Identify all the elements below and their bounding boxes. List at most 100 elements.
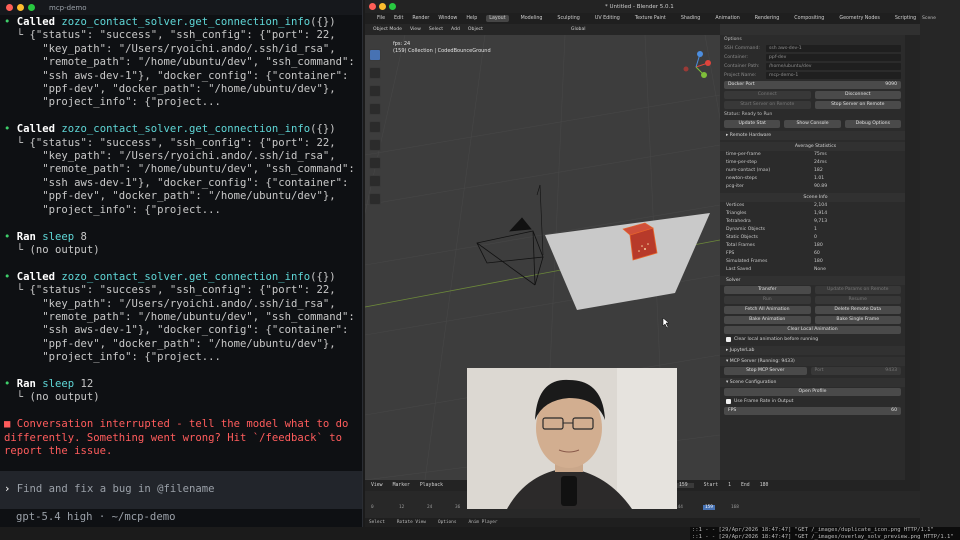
- mcp-port-field[interactable]: Port 9433: [810, 367, 901, 375]
- field-value[interactable]: ppf-dev: [766, 54, 901, 61]
- rotate-tool-icon[interactable]: [369, 103, 381, 115]
- view-menu[interactable]: View: [371, 483, 383, 488]
- connection-field: Container Path: /home/ubuntu/dev: [720, 62, 905, 71]
- tool-args: 8: [74, 230, 87, 243]
- bake-single-frame-button[interactable]: Bake Single Frame: [814, 316, 901, 324]
- transfer-button[interactable]: Transfer: [724, 286, 811, 294]
- show-console-button[interactable]: Show Console: [784, 120, 841, 128]
- mode-select[interactable]: Object Mode: [373, 27, 402, 32]
- close-icon[interactable]: [369, 3, 376, 10]
- tab-texture-paint[interactable]: Texture Paint: [632, 15, 669, 22]
- playback-menu[interactable]: Playback: [420, 483, 443, 488]
- solver-side-panel[interactable]: Options SSH Command: ssh aws-dev-1 Containe…: [720, 35, 905, 480]
- update-stat-button[interactable]: Update Stat: [724, 120, 781, 128]
- solver-header[interactable]: Solver: [720, 276, 905, 285]
- object-menu[interactable]: Object: [468, 27, 483, 32]
- maximize-icon[interactable]: [28, 4, 35, 11]
- terminal-window[interactable]: mcp-demo • Called zozo_contact_solver.ge…: [0, 0, 363, 527]
- maximize-icon[interactable]: [389, 3, 396, 10]
- menu-help[interactable]: Help: [466, 16, 477, 21]
- menu-file[interactable]: File: [377, 16, 385, 21]
- prompt-input[interactable]: › Find and fix a bug in @filename: [0, 471, 362, 509]
- sidebar-tabs[interactable]: [905, 35, 920, 480]
- scale-tool-icon[interactable]: [369, 121, 381, 133]
- resume-button[interactable]: Resume: [814, 296, 901, 304]
- disconnect-button[interactable]: Disconnect: [814, 91, 901, 99]
- select-tool-icon[interactable]: [369, 49, 381, 61]
- fps-field[interactable]: FPS 60: [720, 406, 905, 416]
- minimize-icon[interactable]: [17, 4, 24, 11]
- options-label[interactable]: Options: [720, 35, 905, 44]
- jupyterlab-section[interactable]: ▸ JupyterLab: [720, 346, 905, 355]
- start-server-button[interactable]: Start Server on Remote: [724, 101, 811, 109]
- minimize-icon[interactable]: [379, 3, 386, 10]
- stat-label: time-per-frame: [726, 152, 761, 157]
- terminal-line: "ppf-dev", "docker_path": "/home/ubuntu/…: [4, 190, 360, 203]
- checkbox-icon[interactable]: [726, 399, 731, 404]
- tab-geometry-nodes[interactable]: Geometry Nodes: [836, 15, 882, 22]
- run-button[interactable]: Run: [724, 296, 811, 304]
- debug-options-toggle[interactable]: Debug Options: [844, 120, 901, 128]
- stop-server-button[interactable]: Stop Server on Remote: [814, 101, 901, 109]
- tab-sculpting[interactable]: Sculpting: [554, 15, 582, 22]
- scene-info-header[interactable]: Scene Info: [720, 193, 905, 202]
- average-statistics-header[interactable]: Average Statistics: [720, 142, 905, 151]
- menu-edit[interactable]: Edit: [394, 16, 403, 21]
- tab-uv-editing[interactable]: UV Editing: [592, 15, 623, 22]
- start-field[interactable]: 1: [728, 483, 731, 488]
- docker-port-label: Docker Port: [728, 82, 755, 87]
- menu-render[interactable]: Render: [412, 16, 429, 21]
- add-cube-tool-icon[interactable]: [369, 193, 381, 205]
- docker-port-field[interactable]: Docker Port 9090: [720, 80, 905, 90]
- use-frame-rate-checkbox[interactable]: Use Frame Rate in Output: [720, 397, 905, 406]
- info-label: Simulated Frames: [726, 259, 768, 264]
- info-label: Triangles: [726, 211, 747, 216]
- scene-configuration-section[interactable]: ▾ Scene Configuration: [720, 378, 905, 387]
- tab-animation[interactable]: Animation: [712, 15, 742, 22]
- delete-remote-button[interactable]: Delete Remote Data: [814, 306, 901, 314]
- close-icon[interactable]: [6, 4, 13, 11]
- tab-scripting[interactable]: Scripting: [892, 15, 919, 22]
- outliner-panel[interactable]: Scene: [920, 0, 960, 540]
- field-value[interactable]: /home/ubuntu/dev: [766, 63, 901, 70]
- marker-menu[interactable]: Marker: [393, 483, 410, 488]
- output-text: └ {"status": "success", "ssh_config": {"…: [4, 29, 336, 42]
- viewport-info: fps: 24 (159) Collection | CodedBounceGr…: [393, 41, 491, 55]
- tab-shading[interactable]: Shading: [678, 15, 704, 22]
- field-label: Container:: [724, 55, 748, 60]
- annotate-tool-icon[interactable]: [369, 157, 381, 169]
- mcp-server-section[interactable]: ▾ MCP Server (Running: 9433): [720, 357, 905, 366]
- remote-hardware-section[interactable]: ▸ Remote Hardware: [720, 131, 905, 140]
- clear-local-animation-button[interactable]: Clear Local Animation: [724, 326, 901, 334]
- view-menu[interactable]: View: [410, 27, 421, 32]
- checkbox-icon[interactable]: [726, 337, 731, 342]
- terminal-output: • Called zozo_contact_solver.get_connect…: [4, 16, 360, 458]
- fetch-animation-button[interactable]: Fetch All Animation: [724, 306, 811, 314]
- select-menu[interactable]: Select: [429, 27, 443, 32]
- field-value[interactable]: mcp-demo-1: [766, 72, 901, 79]
- field-value[interactable]: ssh aws-dev-1: [766, 45, 901, 52]
- docker-port-input[interactable]: Docker Port 9090: [724, 81, 901, 89]
- add-menu[interactable]: Add: [451, 27, 460, 32]
- menu-window[interactable]: Window: [438, 16, 457, 21]
- open-profile-button[interactable]: Open Profile: [724, 388, 901, 396]
- navigation-gizmo[interactable]: [678, 49, 714, 89]
- fps-input[interactable]: FPS 60: [724, 407, 901, 415]
- tab-layout[interactable]: Layout: [486, 15, 509, 22]
- tab-modeling[interactable]: Modeling: [518, 15, 546, 22]
- viewport-collection: (159) Collection | CodedBounceGround: [393, 48, 491, 54]
- connect-button[interactable]: Connect: [724, 91, 811, 99]
- bake-animation-button[interactable]: Bake Animation: [724, 316, 811, 324]
- clear-before-run-checkbox[interactable]: Clear local animation before running: [720, 335, 905, 344]
- orientation-select[interactable]: Global: [571, 27, 586, 32]
- cursor-tool-icon[interactable]: [369, 67, 381, 79]
- update-params-button[interactable]: Update Params on Remote: [814, 286, 901, 294]
- transform-tool-icon[interactable]: [369, 139, 381, 151]
- tab-compositing[interactable]: Compositing: [791, 15, 827, 22]
- tab-rendering[interactable]: Rendering: [752, 15, 783, 22]
- stop-mcp-button[interactable]: Stop MCP Server: [724, 367, 807, 375]
- measure-tool-icon[interactable]: [369, 175, 381, 187]
- end-label: End: [741, 483, 750, 488]
- end-field[interactable]: 180: [760, 483, 769, 488]
- move-tool-icon[interactable]: [369, 85, 381, 97]
